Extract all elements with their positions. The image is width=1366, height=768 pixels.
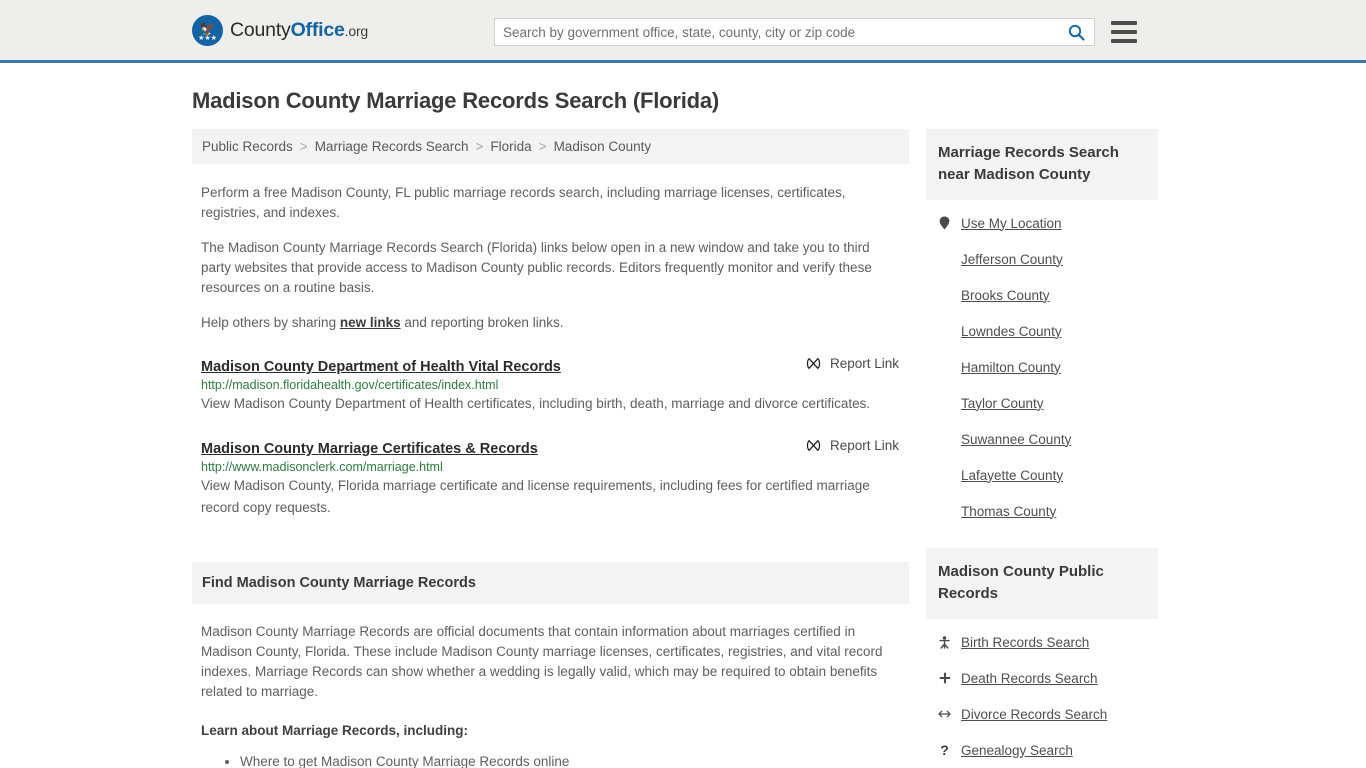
sidebar-item-hamilton-county[interactable]: Hamilton County <box>926 349 1158 385</box>
list-item: Where to get Madison County Marriage Rec… <box>240 751 909 768</box>
result-header: Madison County Marriage Certificates & R… <box>201 438 909 457</box>
nearby-search-heading: Marriage Records Search near Madison Cou… <box>926 129 1158 200</box>
sidebar-link-label[interactable]: Suwannee County <box>961 432 1071 447</box>
sidebar-item-lafayette-county[interactable]: Lafayette County <box>926 457 1158 493</box>
sidebar-link-label[interactable]: Thomas County <box>961 504 1056 519</box>
sidebar-item-death-records-search[interactable]: Death Records Search <box>926 660 1158 696</box>
sidebar-link-label[interactable]: Hamilton County <box>961 360 1061 375</box>
sidebar-link-label[interactable]: Jefferson County <box>961 252 1063 267</box>
find-records-paragraph: Madison County Marriage Records are offi… <box>201 624 883 699</box>
broken-link-icon <box>806 438 821 453</box>
report-link-label: Report Link <box>829 438 899 453</box>
share-text-after: and reporting broken links. <box>400 315 564 330</box>
sidebar-link-label[interactable]: Taylor County <box>961 396 1044 411</box>
report-link-label: Report Link <box>829 356 899 371</box>
sidebar-link-label[interactable]: Brooks County <box>961 288 1050 303</box>
find-records-heading: Find Madison County Marriage Records <box>192 562 909 604</box>
logo-text-tld: .org <box>344 22 369 39</box>
result-item: Madison County Marriage Certificates & R… <box>201 438 909 519</box>
map-pin-icon <box>938 216 951 230</box>
breadcrumb-separator: > <box>538 139 547 154</box>
public-records-list: Birth Records Search Death Records Searc… <box>926 624 1158 768</box>
page-container: Madison County Marriage Records Search (… <box>0 63 1366 768</box>
find-records-body: Madison County Marriage Records are offi… <box>192 622 909 768</box>
search-box[interactable] <box>494 18 1095 46</box>
sidebar: Marriage Records Search near Madison Cou… <box>926 129 1158 768</box>
sidebar-link-label[interactable]: Divorce Records Search <box>961 707 1107 722</box>
sidebar-item-thomas-county[interactable]: Thomas County <box>926 493 1158 529</box>
intro-paragraph-3: Help others by sharing new links and rep… <box>201 313 901 333</box>
public-records-heading: Madison County Public Records <box>926 548 1158 619</box>
site-header: 🦅 ★★★ CountyOffice.org <box>0 0 1366 63</box>
result-item: Madison County Department of Health Vita… <box>201 356 909 415</box>
result-title-link[interactable]: Madison County Department of Health Vita… <box>201 359 561 375</box>
public-records-panel: Madison County Public Records Birth Reco… <box>926 548 1158 768</box>
breadcrumb-item-florida[interactable]: Florida <box>490 139 531 154</box>
nearby-search-panel: Marriage Records Search near Madison Cou… <box>926 129 1158 529</box>
breadcrumb-separator: > <box>475 139 484 154</box>
search-input[interactable] <box>503 24 1066 40</box>
sidebar-link-label[interactable]: Birth Records Search <box>961 635 1089 650</box>
sidebar-link-label[interactable]: Lafayette County <box>961 468 1063 483</box>
sidebar-link-label[interactable]: Use My Location <box>961 216 1062 231</box>
intro-text: Perform a free Madison County, FL public… <box>192 183 909 333</box>
sidebar-item-use-my-location[interactable]: Use My Location <box>926 205 1158 241</box>
panel-spacer <box>926 529 1158 548</box>
page-title: Madison County Marriage Records Search (… <box>192 88 720 113</box>
sidebar-item-genealogy-search[interactable]: ? Genealogy Search <box>926 732 1158 768</box>
sidebar-item-taylor-county[interactable]: Taylor County <box>926 385 1158 421</box>
learn-about-heading: Learn about Marriage Records, including: <box>201 723 469 738</box>
breadcrumb-separator: > <box>299 139 308 154</box>
hamburger-bar <box>1111 30 1137 34</box>
result-header: Madison County Department of Health Vita… <box>201 356 909 375</box>
share-text-before: Help others by sharing <box>201 315 340 330</box>
report-link-button[interactable]: Report Link <box>806 356 909 371</box>
breadcrumb-item-madison-county[interactable]: Madison County <box>554 139 652 154</box>
breadcrumb-item-marriage-records-search[interactable]: Marriage Records Search <box>315 139 469 154</box>
header-search <box>494 18 1139 46</box>
nearby-county-list: Use My Location Jefferson County Brooks … <box>926 205 1158 529</box>
result-url: http://www.madisonclerk.com/marriage.htm… <box>201 460 443 474</box>
result-description: View Madison County, Florida marriage ce… <box>201 478 870 515</box>
sidebar-item-brooks-county[interactable]: Brooks County <box>926 277 1158 313</box>
baby-icon <box>938 635 951 649</box>
sidebar-item-lowndes-county[interactable]: Lowndes County <box>926 313 1158 349</box>
hamburger-bar <box>1111 39 1137 43</box>
breadcrumb: Public Records > Marriage Records Search… <box>192 129 909 164</box>
intro-paragraph-1: Perform a free Madison County, FL public… <box>201 185 846 220</box>
sidebar-item-suwannee-county[interactable]: Suwannee County <box>926 421 1158 457</box>
hamburger-menu-icon[interactable] <box>1111 21 1139 43</box>
site-logo[interactable]: 🦅 ★★★ CountyOffice.org <box>192 14 368 46</box>
left-right-arrow-icon <box>938 709 951 719</box>
result-description: View Madison County Department of Health… <box>201 396 871 411</box>
sidebar-item-birth-records-search[interactable]: Birth Records Search <box>926 624 1158 660</box>
broken-link-icon <box>806 356 821 371</box>
logo-wordmark: CountyOffice.org <box>230 19 368 42</box>
main-content: Public Records > Marriage Records Search… <box>192 129 909 768</box>
learn-about-list: Where to get Madison County Marriage Rec… <box>192 751 909 768</box>
intro-paragraph-2: The Madison County Marriage Records Sear… <box>201 240 872 295</box>
sidebar-item-divorce-records-search[interactable]: Divorce Records Search <box>926 696 1158 732</box>
result-url: http://madison.floridahealth.gov/certifi… <box>201 378 499 392</box>
result-title-link[interactable]: Madison County Marriage Certificates & R… <box>201 441 538 457</box>
logo-text-county: County <box>230 18 291 41</box>
question-mark-icon: ? <box>940 741 949 758</box>
logo-text-office: Office <box>290 18 345 41</box>
hamburger-bar <box>1111 21 1137 25</box>
new-links-link[interactable]: new links <box>340 315 401 330</box>
sidebar-link-label[interactable]: Lowndes County <box>961 324 1062 339</box>
report-link-button[interactable]: Report Link <box>806 438 909 453</box>
eagle-seal-icon: 🦅 ★★★ <box>192 14 223 46</box>
content-columns: Public Records > Marriage Records Search… <box>192 129 1174 768</box>
search-icon[interactable] <box>1066 22 1086 42</box>
sidebar-link-label[interactable]: Death Records Search <box>961 671 1098 686</box>
sidebar-link-label[interactable]: Genealogy Search <box>961 743 1073 758</box>
cross-icon <box>938 672 951 684</box>
sidebar-item-jefferson-county[interactable]: Jefferson County <box>926 241 1158 277</box>
breadcrumb-item-public-records[interactable]: Public Records <box>202 139 293 154</box>
